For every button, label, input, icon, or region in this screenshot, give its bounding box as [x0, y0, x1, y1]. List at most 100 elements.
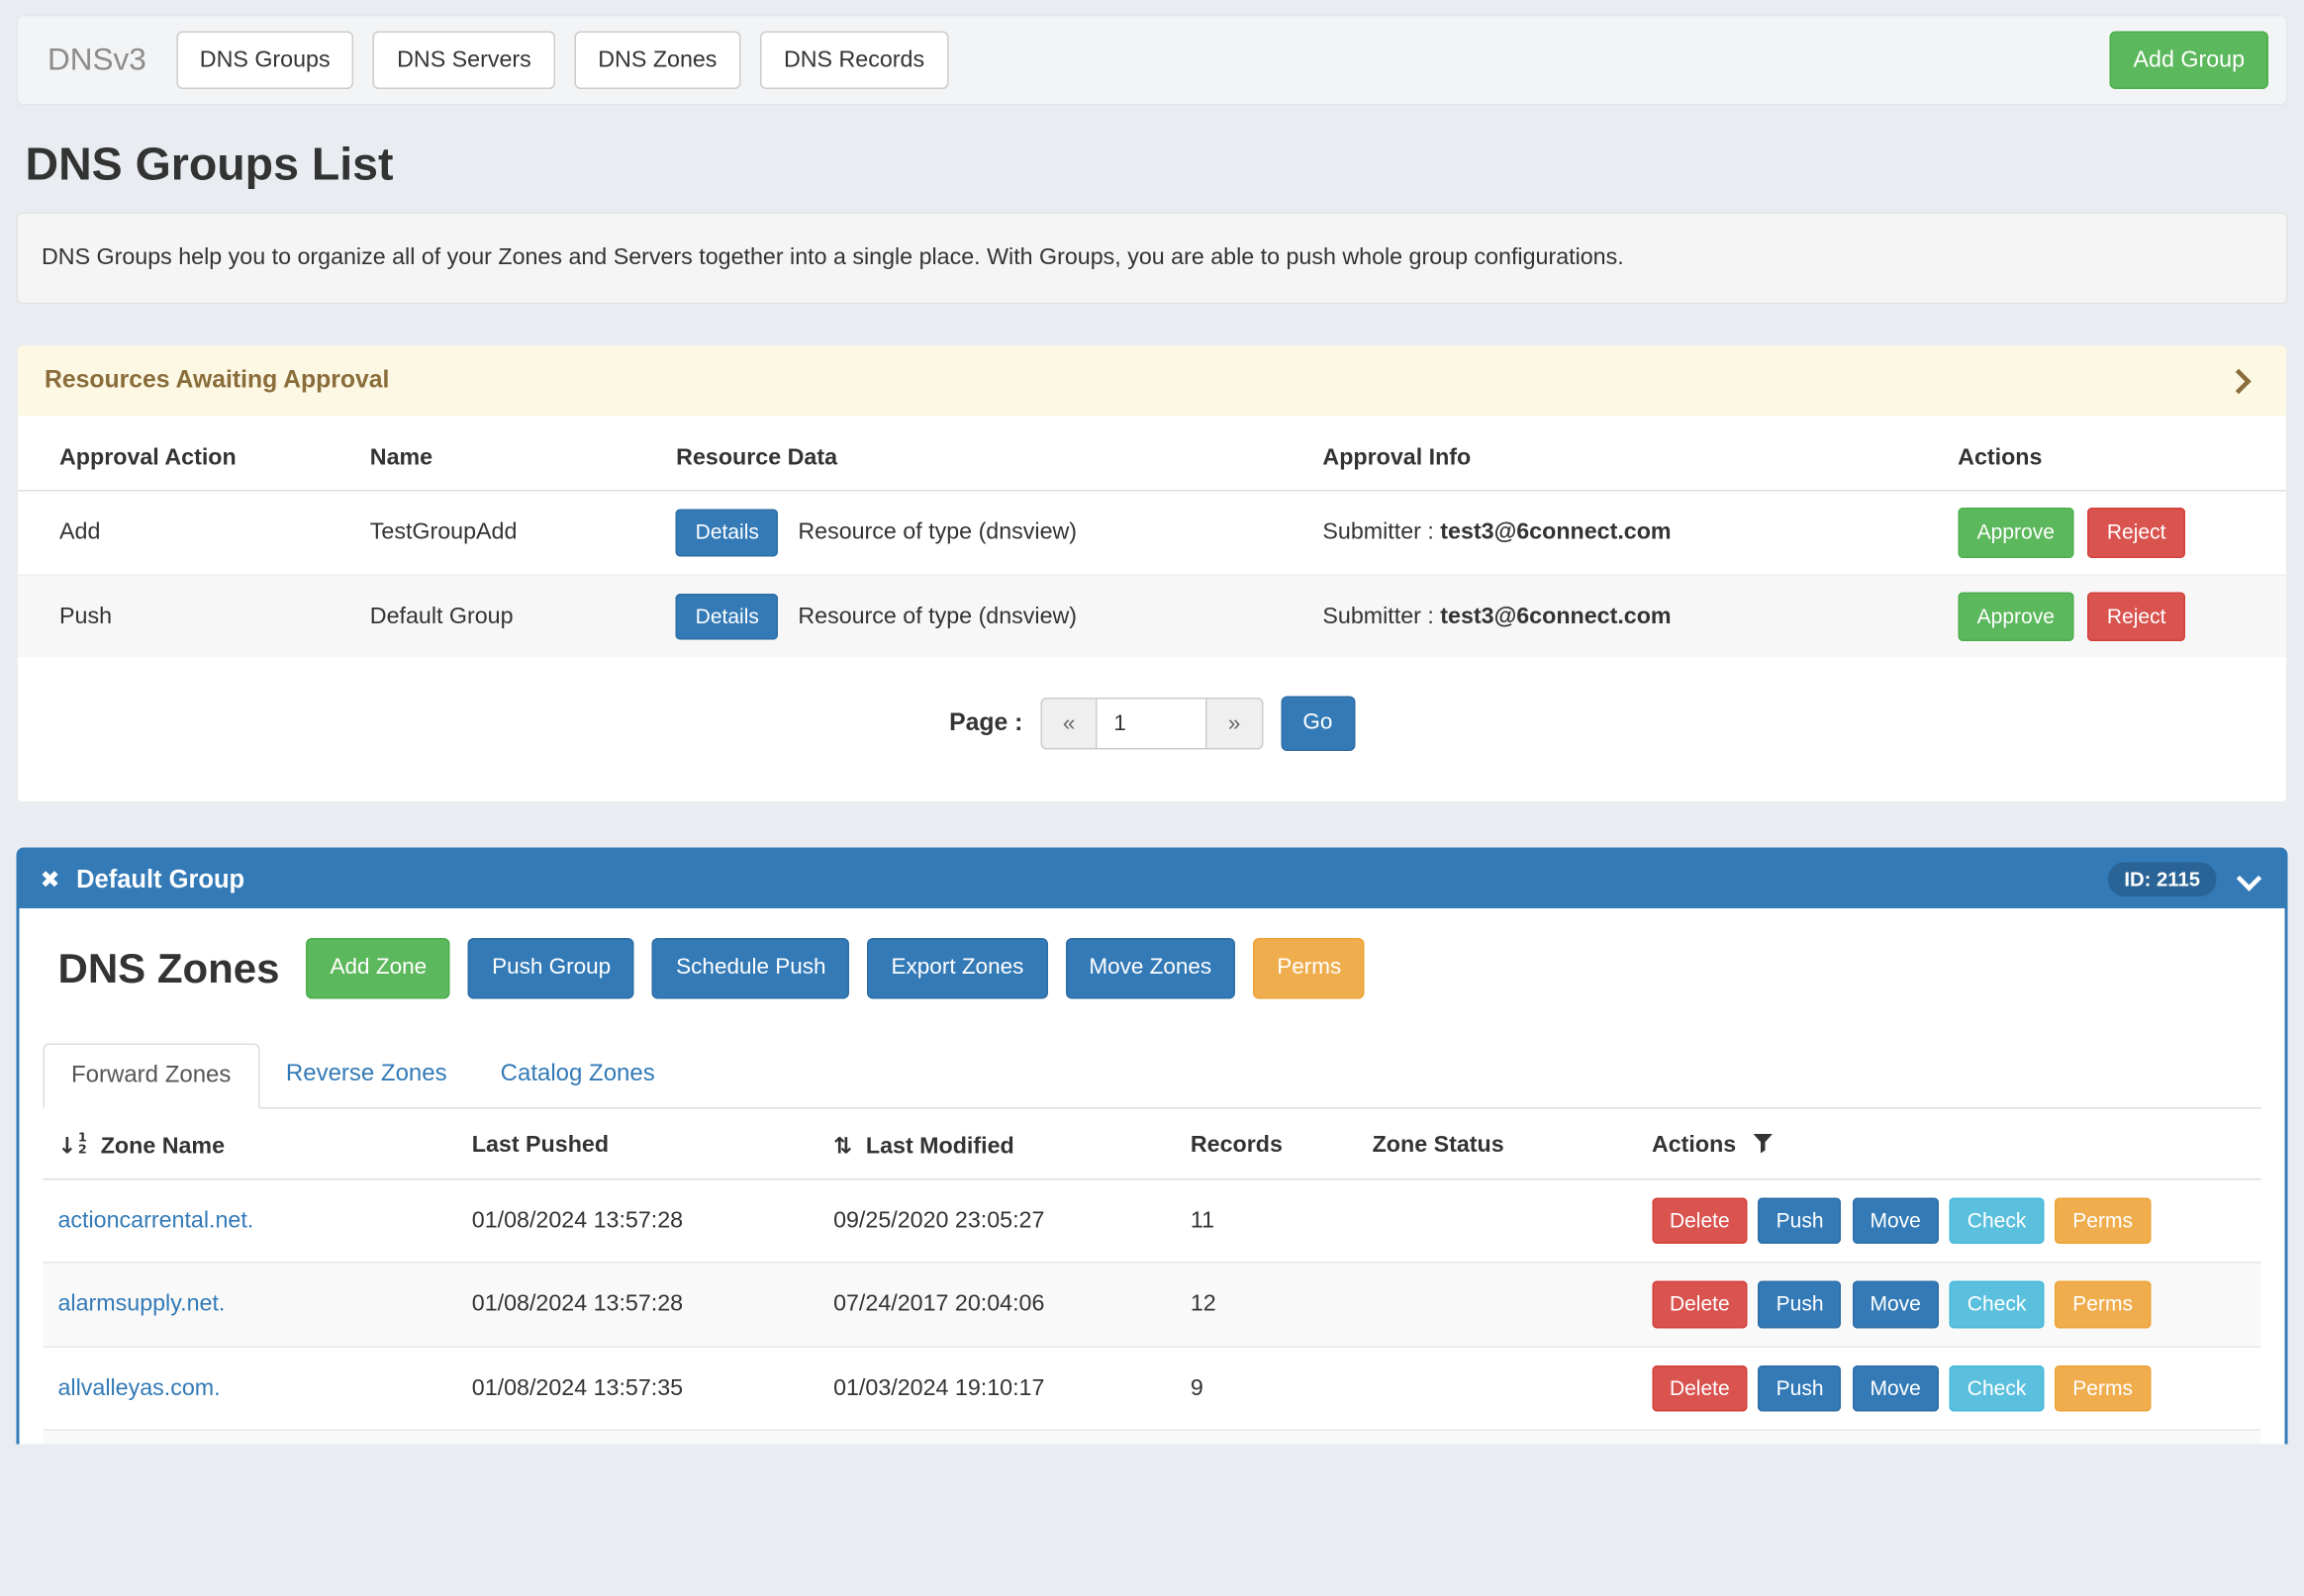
export-zones-button[interactable]: Export Zones — [868, 938, 1048, 998]
sort-numeric-icon[interactable]: ↓12 — [58, 1132, 87, 1159]
close-icon[interactable]: ✖ — [41, 866, 60, 894]
col-approval-action: Approval Action — [18, 425, 358, 492]
perms-zone-button[interactable]: Perms — [2055, 1281, 2151, 1328]
resource-data-cell: Details Resource of type (dnsview) — [664, 491, 1310, 575]
zone-status-cell — [1361, 1347, 1640, 1430]
resource-data-cell: Details Resource of type (dnsview) — [664, 575, 1310, 658]
zone-link[interactable]: actioncarrental.net. — [58, 1207, 254, 1233]
tab-forward-zones[interactable]: Forward Zones — [44, 1043, 259, 1108]
zone-link[interactable]: allvalleyas.com. — [58, 1375, 221, 1401]
approval-name-cell: Default Group — [358, 575, 664, 658]
app-title: DNSv3 — [48, 43, 146, 78]
add-zone-button[interactable]: Add Zone — [307, 938, 451, 998]
col-records: Records — [1179, 1108, 1361, 1178]
move-zone-button[interactable]: Move — [1852, 1365, 1938, 1412]
move-zone-button[interactable]: Move — [1852, 1197, 1938, 1244]
zones-header-row: ↓12 Zone Name Last Pushed ⇅ Last Modifie… — [44, 1108, 2261, 1178]
last-pushed-cell: 01/08/2024 13:57:35 — [460, 1347, 821, 1430]
nav-dns-zones-button[interactable]: DNS Zones — [574, 32, 740, 90]
top-toolbar: DNSv3 DNS Groups DNS Servers DNS Zones D… — [17, 15, 2288, 106]
col-approval-info: Approval Info — [1310, 425, 1946, 492]
perms-group-button[interactable]: Perms — [1253, 938, 1365, 998]
group-panel-header: ✖ Default Group ID: 2115 — [20, 851, 2285, 909]
col-zone-name: ↓12 Zone Name — [44, 1108, 460, 1178]
perms-zone-button[interactable]: Perms — [2055, 1365, 2151, 1412]
submitter-email: test3@6connect.com — [1440, 519, 1671, 545]
dnsv3-app: DNSv3 DNS Groups DNS Servers DNS Zones D… — [0, 0, 2304, 1596]
move-zone-button[interactable]: Move — [1852, 1281, 1938, 1328]
chevron-right-icon[interactable] — [2226, 369, 2251, 394]
page-label: Page : — [949, 709, 1022, 738]
dns-zones-toolbar: DNS Zones Add Zone Push Group Schedule P… — [44, 938, 2261, 998]
approval-actions-cell: Approve Reject — [1946, 575, 2286, 658]
nav-dns-records-button[interactable]: DNS Records — [760, 32, 948, 90]
dns-zones-title: DNS Zones — [58, 945, 280, 992]
reject-button[interactable]: Reject — [2087, 592, 2185, 641]
approval-panel-header[interactable]: Resources Awaiting Approval — [18, 346, 2286, 417]
reject-button[interactable]: Reject — [2087, 509, 2185, 558]
approval-pagination: Page : « » Go — [18, 658, 2286, 801]
col-last-pushed: Last Pushed — [460, 1108, 821, 1178]
delete-zone-button[interactable]: Delete — [1652, 1365, 1748, 1412]
zone-actions-cell: Delete Push Move Check Perms — [1640, 1263, 2261, 1347]
records-cell: 12 — [1179, 1263, 1361, 1347]
tab-catalog-zones[interactable]: Catalog Zones — [474, 1043, 682, 1108]
submitter-label: Submitter : — [1322, 519, 1433, 545]
delete-zone-button[interactable]: Delete — [1652, 1281, 1748, 1328]
next-zone-row-partial — [44, 1430, 2261, 1445]
last-modified-cell: 01/03/2024 19:10:17 — [821, 1347, 1179, 1430]
approval-info-cell: Submitter : test3@6connect.com — [1310, 491, 1946, 575]
add-group-button[interactable]: Add Group — [2110, 32, 2268, 90]
approval-action-cell: Add — [18, 491, 358, 575]
tab-reverse-zones[interactable]: Reverse Zones — [259, 1043, 474, 1108]
col-zone-actions-label: Actions — [1652, 1133, 1736, 1159]
zone-status-cell — [1361, 1179, 1640, 1264]
zone-link[interactable]: alarmsupply.net. — [58, 1291, 226, 1317]
approve-button[interactable]: Approve — [1958, 509, 2073, 558]
col-last-modified-label: Last Modified — [866, 1134, 1014, 1160]
details-button[interactable]: Details — [676, 594, 778, 640]
go-button[interactable]: Go — [1281, 697, 1355, 751]
chevron-down-icon[interactable] — [2237, 866, 2261, 891]
page-title: DNS Groups List — [26, 139, 2279, 192]
perms-zone-button[interactable]: Perms — [2055, 1197, 2151, 1244]
approve-button[interactable]: Approve — [1958, 592, 2073, 641]
push-group-button[interactable]: Push Group — [468, 938, 634, 998]
approval-panel-title: Resources Awaiting Approval — [45, 367, 389, 396]
last-modified-cell: 09/25/2020 23:05:27 — [821, 1179, 1179, 1264]
approval-row: Add TestGroupAdd Details Resource of typ… — [18, 491, 2286, 575]
prev-page-button[interactable]: « — [1040, 698, 1096, 750]
approval-action-cell: Push — [18, 575, 358, 658]
col-zone-actions: Actions — [1640, 1108, 2261, 1178]
push-zone-button[interactable]: Push — [1759, 1197, 1842, 1244]
col-last-modified: ⇅ Last Modified — [821, 1108, 1179, 1178]
last-pushed-cell: 01/08/2024 13:57:28 — [460, 1179, 821, 1264]
approval-header-row: Approval Action Name Resource Data Appro… — [18, 425, 2286, 492]
check-zone-button[interactable]: Check — [1950, 1197, 2045, 1244]
push-zone-button[interactable]: Push — [1759, 1365, 1842, 1412]
approval-name-cell: TestGroupAdd — [358, 491, 664, 575]
schedule-push-button[interactable]: Schedule Push — [652, 938, 849, 998]
delete-zone-button[interactable]: Delete — [1652, 1197, 1748, 1244]
nav-dns-groups-button[interactable]: DNS Groups — [176, 32, 354, 90]
zone-actions-cell: Delete Push Move Check Perms — [1640, 1179, 2261, 1264]
check-zone-button[interactable]: Check — [1950, 1365, 2045, 1412]
page-number-input[interactable] — [1096, 698, 1207, 750]
next-page-button[interactable]: » — [1207, 698, 1263, 750]
move-zones-button[interactable]: Move Zones — [1065, 938, 1235, 998]
submitter-email: test3@6connect.com — [1440, 604, 1671, 629]
check-zone-button[interactable]: Check — [1950, 1281, 2045, 1328]
default-group-panel: ✖ Default Group ID: 2115 DNS Zones Add Z… — [17, 848, 2288, 1445]
group-panel-body: DNS Zones Add Zone Push Group Schedule P… — [20, 908, 2285, 1445]
records-cell: 9 — [1179, 1347, 1361, 1430]
push-zone-button[interactable]: Push — [1759, 1281, 1842, 1328]
zone-row: actioncarrental.net. 01/08/2024 13:57:28… — [44, 1179, 2261, 1264]
zone-name-cell: actioncarrental.net. — [44, 1179, 460, 1264]
group-panel-title: Default Group — [76, 865, 244, 894]
submitter-label: Submitter : — [1322, 604, 1433, 629]
filter-icon[interactable] — [1753, 1135, 1774, 1156]
approval-actions-cell: Approve Reject — [1946, 491, 2286, 575]
sort-icon[interactable]: ⇅ — [833, 1132, 852, 1159]
details-button[interactable]: Details — [676, 510, 778, 556]
nav-dns-servers-button[interactable]: DNS Servers — [373, 32, 555, 90]
